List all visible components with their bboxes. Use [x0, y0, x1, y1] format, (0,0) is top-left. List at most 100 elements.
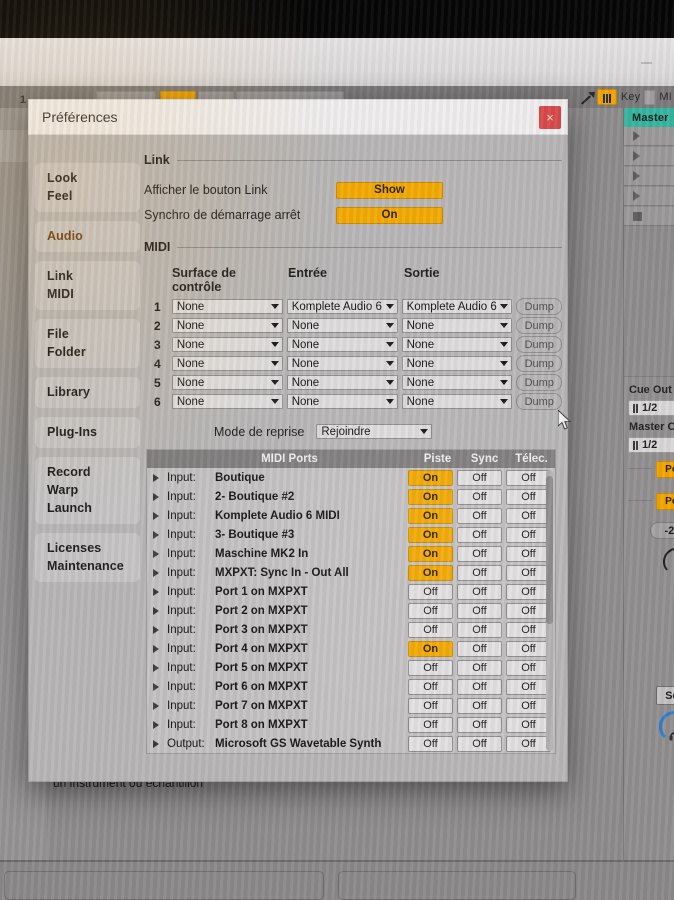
- control-surface-input-select[interactable]: None: [286, 375, 398, 390]
- sidebar-group-file-folder[interactable]: File Folder: [35, 319, 140, 368]
- expand-triangle-icon[interactable]: [153, 644, 159, 653]
- control-surface-input-select[interactable]: None: [286, 394, 398, 409]
- control-surface-dump-button[interactable]: Dump: [516, 374, 563, 391]
- ports-scrollbar[interactable]: [546, 470, 553, 751]
- midi-port-toggle[interactable]: Off: [457, 621, 502, 638]
- midi-port-toggle[interactable]: Off: [457, 678, 502, 695]
- midi-port-toggle[interactable]: Off: [457, 659, 502, 676]
- midi-port-toggle[interactable]: Off: [506, 640, 551, 657]
- sidebar-item-library[interactable]: Library: [35, 383, 140, 401]
- send-a-post-button[interactable]: Post: [656, 461, 674, 478]
- link-show-toggle[interactable]: Show: [336, 181, 443, 199]
- midi-port-toggle[interactable]: Off: [408, 697, 453, 714]
- control-surface-dump-button[interactable]: Dump: [516, 298, 563, 315]
- midi-port-toggle[interactable]: Off: [457, 640, 502, 657]
- midi-port-toggle[interactable]: On: [408, 545, 453, 562]
- sidebar-item-warp[interactable]: Warp: [35, 481, 140, 499]
- expand-triangle-icon[interactable]: [153, 720, 159, 729]
- control-surface-output-select[interactable]: None: [401, 337, 513, 352]
- midi-port-toggle[interactable]: Off: [506, 621, 551, 638]
- master-scene-slot[interactable]: [624, 127, 674, 146]
- expand-triangle-icon[interactable]: [153, 492, 159, 501]
- midi-port-toggle[interactable]: Off: [506, 469, 551, 486]
- control-surface-dump-button[interactable]: Dump: [516, 317, 563, 334]
- midi-port-toggle[interactable]: On: [408, 488, 453, 505]
- control-surface-dump-button[interactable]: Dump: [516, 393, 563, 410]
- expand-triangle-icon[interactable]: [153, 625, 159, 634]
- expand-triangle-icon[interactable]: [153, 682, 159, 691]
- sidebar-item-plug-ins[interactable]: Plug-Ins: [35, 423, 140, 441]
- sidebar-group-plugins[interactable]: Plug-Ins: [35, 417, 140, 448]
- midi-port-toggle[interactable]: On: [408, 526, 453, 543]
- sidebar-group-link-midi[interactable]: Link MIDI: [35, 261, 140, 310]
- midi-port-toggle[interactable]: Off: [408, 621, 453, 638]
- control-surface-input-select[interactable]: None: [286, 337, 398, 352]
- dialog-titlebar[interactable]: Préférences ×: [28, 99, 568, 135]
- control-surface-select[interactable]: None: [171, 318, 283, 333]
- midi-port-toggle[interactable]: Off: [408, 659, 453, 676]
- expand-triangle-icon[interactable]: [153, 739, 159, 748]
- close-icon[interactable]: ×: [539, 106, 561, 129]
- expand-triangle-icon[interactable]: [153, 473, 159, 482]
- sidebar-item-look[interactable]: Look: [35, 169, 140, 187]
- control-surface-select[interactable]: None: [171, 299, 283, 314]
- midi-port-toggle[interactable]: Off: [457, 602, 502, 619]
- expand-triangle-icon[interactable]: [153, 568, 159, 577]
- midi-port-toggle[interactable]: Off: [506, 488, 551, 505]
- expand-triangle-icon[interactable]: [153, 606, 159, 615]
- control-surface-output-select[interactable]: None: [401, 375, 513, 390]
- master-volume-value[interactable]: -2.25: [650, 522, 674, 539]
- control-surface-input-select[interactable]: None: [286, 356, 398, 371]
- control-surface-select[interactable]: None: [171, 375, 283, 390]
- sidebar-item-maintenance[interactable]: Maintenance: [35, 557, 140, 575]
- midi-port-toggle[interactable]: Off: [457, 469, 502, 486]
- midi-port-toggle[interactable]: On: [408, 507, 453, 524]
- midi-port-toggle[interactable]: Off: [408, 678, 453, 695]
- control-surface-select[interactable]: None: [171, 337, 283, 352]
- control-surface-dump-button[interactable]: Dump: [516, 355, 563, 372]
- midi-port-toggle[interactable]: Off: [506, 602, 551, 619]
- sidebar-item-midi[interactable]: MIDI: [35, 285, 140, 303]
- expand-triangle-icon[interactable]: [153, 663, 159, 672]
- sidebar-item-file[interactable]: File: [35, 325, 140, 343]
- takeover-mode-dropdown[interactable]: Rejoindre: [316, 424, 433, 439]
- master-stop-slot[interactable]: [624, 207, 674, 226]
- expand-triangle-icon[interactable]: [153, 549, 159, 558]
- master-scene-slot[interactable]: [624, 167, 674, 186]
- master-solo-button[interactable]: Solo: [656, 686, 674, 705]
- expand-triangle-icon[interactable]: [153, 587, 159, 596]
- midi-port-toggle[interactable]: On: [408, 640, 453, 657]
- bottom-slot-left[interactable]: [4, 871, 324, 900]
- control-surface-select[interactable]: None: [171, 356, 283, 371]
- midi-keyboard-icon[interactable]: [596, 89, 617, 105]
- bottom-slot-right[interactable]: [338, 871, 576, 900]
- cue-out-selector[interactable]: 1/2: [628, 400, 674, 416]
- midi-port-toggle[interactable]: Off: [408, 735, 453, 752]
- midi-port-toggle[interactable]: Off: [506, 545, 551, 562]
- master-out-selector[interactable]: 1/2: [628, 437, 674, 453]
- control-surface-output-select[interactable]: None: [401, 356, 513, 371]
- midi-port-toggle[interactable]: Off: [457, 545, 502, 562]
- midi-port-toggle[interactable]: Off: [506, 716, 551, 733]
- midi-port-toggle[interactable]: On: [408, 564, 453, 581]
- midi-port-toggle[interactable]: Off: [506, 697, 551, 714]
- midi-port-toggle[interactable]: Off: [457, 488, 502, 505]
- midi-port-toggle[interactable]: Off: [506, 507, 551, 524]
- control-surface-output-select[interactable]: None: [401, 318, 513, 333]
- midi-port-toggle[interactable]: Off: [506, 583, 551, 600]
- sidebar-item-licenses[interactable]: Licenses: [35, 539, 140, 557]
- key-map-label[interactable]: Key: [621, 91, 641, 103]
- ports-scrollbar-thumb[interactable]: [546, 476, 553, 624]
- midi-port-toggle[interactable]: Off: [457, 507, 502, 524]
- master-track-header[interactable]: Master: [624, 108, 674, 127]
- master-pan-knob[interactable]: [660, 543, 674, 577]
- pencil-icon[interactable]: [579, 90, 593, 104]
- midi-port-toggle[interactable]: Off: [408, 716, 453, 733]
- expand-triangle-icon[interactable]: [153, 511, 159, 520]
- midi-port-toggle[interactable]: Off: [506, 678, 551, 695]
- midi-ports-list[interactable]: Input: Boutique On Off Off Input: 2- Boutique …: [147, 468, 555, 753]
- control-surface-select[interactable]: None: [171, 394, 283, 409]
- midi-port-toggle[interactable]: Off: [457, 583, 502, 600]
- midi-port-toggle[interactable]: Off: [408, 583, 453, 600]
- midi-port-toggle[interactable]: On: [408, 469, 453, 486]
